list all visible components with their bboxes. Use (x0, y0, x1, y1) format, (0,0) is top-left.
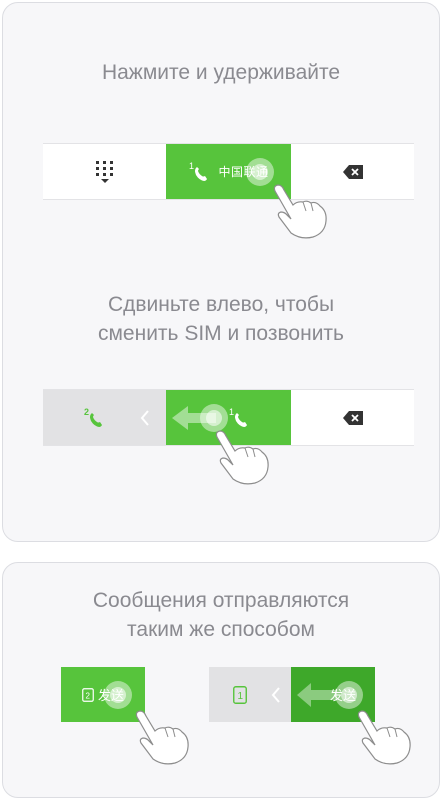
messages-heading-line2: таким же способом (127, 618, 315, 641)
hand-pointer-icon (273, 184, 327, 239)
sim-number: 2 (85, 691, 90, 700)
chevron-left-icon (140, 410, 149, 426)
hand-pointer-icon (215, 430, 269, 485)
touch-point-icon (246, 158, 274, 186)
sim-number: 1 (238, 691, 244, 702)
press-hold-heading: Нажмите и удерживайте (101, 61, 341, 84)
sim-card-icon: 2 (82, 687, 94, 702)
send-swipe-bar: 1 发送 (209, 667, 375, 722)
hand-pointer-icon (357, 710, 411, 765)
instruction-card-messages: Сообщения отправляются таким же способом… (2, 562, 440, 798)
backspace-icon (342, 410, 363, 425)
sim-number: 1 (189, 161, 194, 171)
chevron-left-icon (271, 687, 280, 703)
backspace-button[interactable] (291, 390, 414, 445)
swipe-heading-line1: Сдвиньте влево, чтобы (107, 293, 335, 316)
sim-number: 1 (229, 407, 234, 417)
phone-sim1-icon: 1 (189, 161, 208, 181)
sim-number: 2 (84, 407, 89, 417)
touch-point-icon (104, 681, 132, 709)
phone-sim1-icon: 1 (229, 407, 247, 427)
touch-point-icon (335, 681, 363, 709)
phone-sim2-icon: 2 (84, 407, 102, 427)
touch-point-icon (200, 404, 228, 432)
dialpad-icon (95, 160, 113, 183)
send-sim1-option[interactable]: 1 (209, 667, 291, 722)
arrow-left-icon (297, 683, 337, 707)
messages-heading-line1: Сообщения отправляются (92, 589, 350, 612)
backspace-icon (342, 164, 363, 179)
dial-bar-press-hold: 1 中国联通 (43, 143, 414, 200)
sim-card-icon: 1 (233, 685, 247, 704)
dialpad-button[interactable] (43, 144, 166, 199)
swipe-heading-line2: сменить SIM и позвонить (97, 322, 344, 345)
instruction-card-calls: Нажмите и удерживайте 1 中国联通 Сдвиньте вл… (2, 2, 440, 542)
hand-pointer-icon (135, 710, 189, 765)
call-sim2-button[interactable]: 2 (43, 390, 166, 445)
